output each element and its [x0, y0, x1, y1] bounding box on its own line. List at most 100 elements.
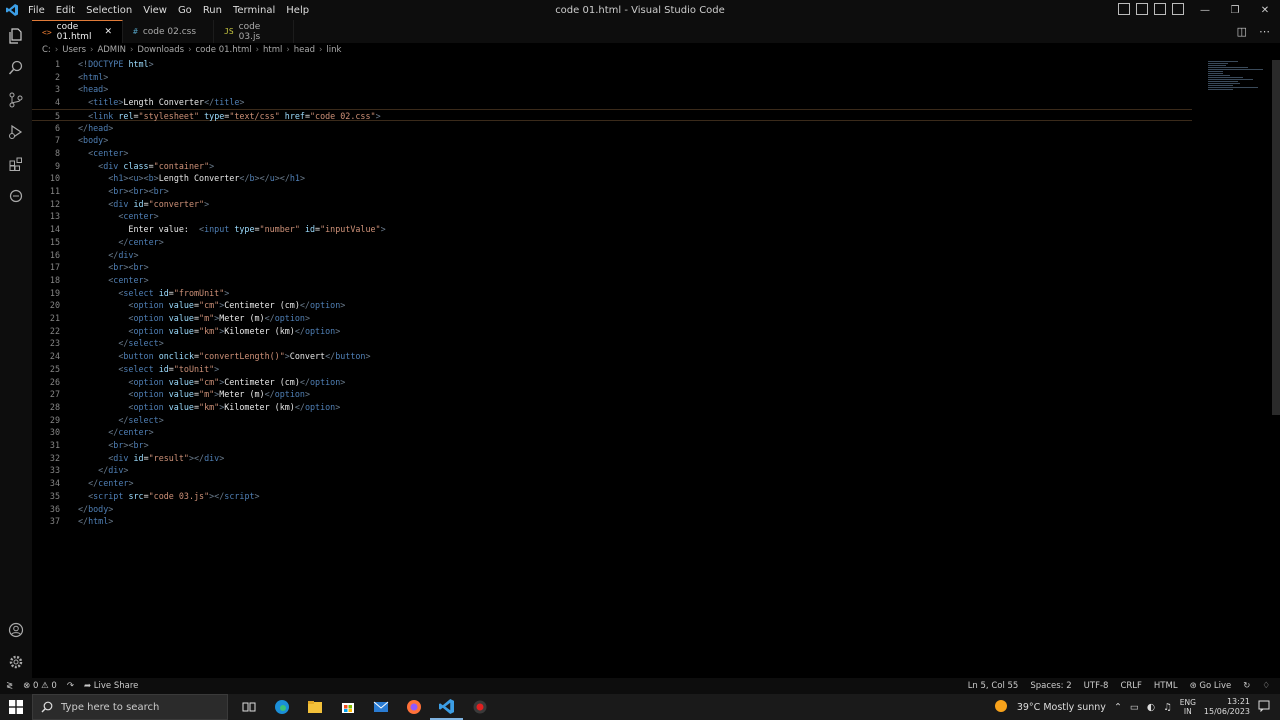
extensions-icon[interactable]: [0, 148, 32, 180]
indentation[interactable]: Spaces: 2: [1030, 681, 1071, 691]
menu-help[interactable]: Help: [286, 5, 309, 16]
problems-indicator[interactable]: ⊗ 0 ⚠ 0: [23, 681, 57, 691]
edge-browser-icon[interactable]: [265, 694, 298, 720]
code-line[interactable]: 22 <option value="km">Kilometer (km)</op…: [32, 325, 1192, 338]
source-control-icon[interactable]: [0, 84, 32, 116]
code-line[interactable]: 14 Enter value: <input type="number" id=…: [32, 223, 1192, 236]
windows-start-icon[interactable]: [0, 694, 32, 720]
code-line[interactable]: 34 </center>: [32, 477, 1192, 490]
tab-code-02-css[interactable]: # code 02.css: [123, 20, 214, 43]
code-line[interactable]: 3 <head>: [32, 83, 1192, 96]
minimap[interactable]: [1208, 60, 1268, 120]
network-icon[interactable]: ◐: [1147, 702, 1155, 713]
taskbar-clock[interactable]: 13:21 15/06/2023: [1204, 697, 1250, 717]
notifications-bell-icon[interactable]: ♢: [1262, 681, 1270, 691]
menu-go[interactable]: Go: [178, 5, 192, 16]
minimize-button[interactable]: —: [1190, 0, 1220, 20]
tab-code-01-html[interactable]: <> code 01.html ✕: [32, 20, 123, 43]
sync-icon[interactable]: ↷: [67, 681, 74, 691]
breadcrumb-item[interactable]: Users: [62, 45, 86, 55]
code-line[interactable]: 2 <html>: [32, 71, 1192, 84]
restore-button[interactable]: ❐: [1220, 0, 1250, 20]
encoding[interactable]: UTF-8: [1084, 681, 1109, 691]
code-line[interactable]: 4 <title>Length Converter</title>: [32, 96, 1192, 109]
volume-icon[interactable]: ♫: [1163, 702, 1172, 713]
code-line[interactable]: 16 </div>: [32, 249, 1192, 262]
code-line[interactable]: 21 <option value="m">Meter (m)</option>: [32, 312, 1192, 325]
weather-icon[interactable]: [993, 698, 1009, 717]
code-line[interactable]: 15 </center>: [32, 236, 1192, 249]
code-line[interactable]: 12 <div id="converter">: [32, 198, 1192, 211]
code-editor[interactable]: 1 <!DOCTYPE html> 2 <html> 3 <head> 4 <title>L…: [32, 58, 1272, 678]
code-line[interactable]: 29 </select>: [32, 414, 1192, 427]
breadcrumb-item[interactable]: head: [294, 45, 315, 55]
code-line[interactable]: 26 <option value="cm">Centimeter (cm)</o…: [32, 376, 1192, 389]
code-line[interactable]: 25 <select id="toUnit">: [32, 363, 1192, 376]
cursor-position[interactable]: Ln 5, Col 55: [968, 681, 1019, 691]
mail-icon[interactable]: [364, 694, 397, 720]
code-line[interactable]: 27 <option value="m">Meter (m)</option>: [32, 388, 1192, 401]
menu-view[interactable]: View: [143, 5, 167, 16]
code-line[interactable]: 23 </select>: [32, 337, 1192, 350]
taskbar-search-box[interactable]: Type here to search: [32, 694, 228, 720]
code-line[interactable]: 32 <div id="result"></div>: [32, 452, 1192, 465]
menu-run[interactable]: Run: [203, 5, 222, 16]
manage-gear-icon[interactable]: [0, 646, 32, 678]
code-line[interactable]: 10 <h1><u><b>Length Converter</b></u></h…: [32, 172, 1192, 185]
remote-indicator-icon[interactable]: ≷: [6, 681, 13, 691]
code-line[interactable]: 36 </body>: [32, 503, 1192, 516]
code-line[interactable]: 20 <option value="cm">Centimeter (cm)</o…: [32, 299, 1192, 312]
code-line[interactable]: 31 <br><br>: [32, 439, 1192, 452]
show-hidden-icons-chevron-icon[interactable]: ⌃: [1114, 702, 1122, 713]
menu-terminal[interactable]: Terminal: [233, 5, 275, 16]
code-line[interactable]: 17 <br><br>: [32, 261, 1192, 274]
code-line[interactable]: 13 <center>: [32, 210, 1192, 223]
code-line[interactable]: 28 <option value="km">Kilometer (km)</op…: [32, 401, 1192, 414]
search-icon[interactable]: [0, 52, 32, 84]
code-line[interactable]: 37 </html>: [32, 515, 1192, 528]
code-line[interactable]: 35 <script src="code 03.js"></script>: [32, 490, 1192, 503]
breadcrumb-item[interactable]: ADMIN: [97, 45, 126, 55]
input-language-indicator[interactable]: ENG IN: [1180, 698, 1196, 716]
recorder-app-icon[interactable]: [463, 694, 496, 720]
code-line[interactable]: 18 <center>: [32, 274, 1192, 287]
code-line[interactable]: 24 <button onclick="convertLength()">Con…: [32, 350, 1192, 363]
battery-icon[interactable]: ▭: [1130, 702, 1139, 713]
breadcrumb-item[interactable]: code 01.html: [196, 45, 252, 55]
breadcrumb-item[interactable]: C:: [42, 45, 51, 55]
explorer-icon[interactable]: [0, 20, 32, 52]
split-editor-icon[interactable]: ◫: [1237, 25, 1247, 38]
live-share-button[interactable]: ➦ Live Share: [84, 681, 138, 691]
code-line[interactable]: 19 <select id="fromUnit">: [32, 287, 1192, 300]
close-tab-icon[interactable]: ✕: [104, 27, 112, 37]
accounts-status-icon[interactable]: ↻: [1243, 681, 1250, 691]
menu-selection[interactable]: Selection: [86, 5, 132, 16]
run-debug-icon[interactable]: [0, 116, 32, 148]
code-line[interactable]: 7 <body>: [32, 134, 1192, 147]
code-line[interactable]: 33 </div>: [32, 464, 1192, 477]
more-actions-icon[interactable]: ⋯: [1259, 25, 1270, 38]
code-line[interactable]: 30 </center>: [32, 426, 1192, 439]
accounts-icon[interactable]: [0, 614, 32, 646]
language-mode[interactable]: HTML: [1154, 681, 1178, 691]
code-line[interactable]: 6 </head>: [32, 122, 1192, 135]
file-explorer-icon[interactable]: [298, 694, 331, 720]
code-line[interactable]: 8 <center>: [32, 147, 1192, 160]
tab-code-03-js[interactable]: JS code 03.js: [214, 20, 294, 43]
code-line[interactable]: 9 <div class="container">: [32, 160, 1192, 173]
notifications-icon[interactable]: [1258, 700, 1270, 715]
end-of-line[interactable]: CRLF: [1120, 681, 1141, 691]
weather-text[interactable]: 39°C Mostly sunny: [1017, 702, 1106, 713]
task-view-icon[interactable]: [232, 694, 265, 720]
remote-explorer-icon[interactable]: [0, 180, 32, 212]
menu-edit[interactable]: Edit: [56, 5, 75, 16]
customize-layout-icon[interactable]: [1172, 3, 1184, 15]
close-window-button[interactable]: ✕: [1250, 0, 1280, 20]
breadcrumb-item[interactable]: Downloads: [137, 45, 184, 55]
code-line[interactable]: 1 <!DOCTYPE html>: [32, 58, 1192, 71]
firefox-icon[interactable]: [397, 694, 430, 720]
code-line[interactable]: 11 <br><br><br>: [32, 185, 1192, 198]
breadcrumb-item[interactable]: link: [326, 45, 341, 55]
go-live-button[interactable]: ⊛ Go Live: [1190, 681, 1232, 691]
toggle-primary-sidebar-icon[interactable]: [1118, 3, 1130, 15]
